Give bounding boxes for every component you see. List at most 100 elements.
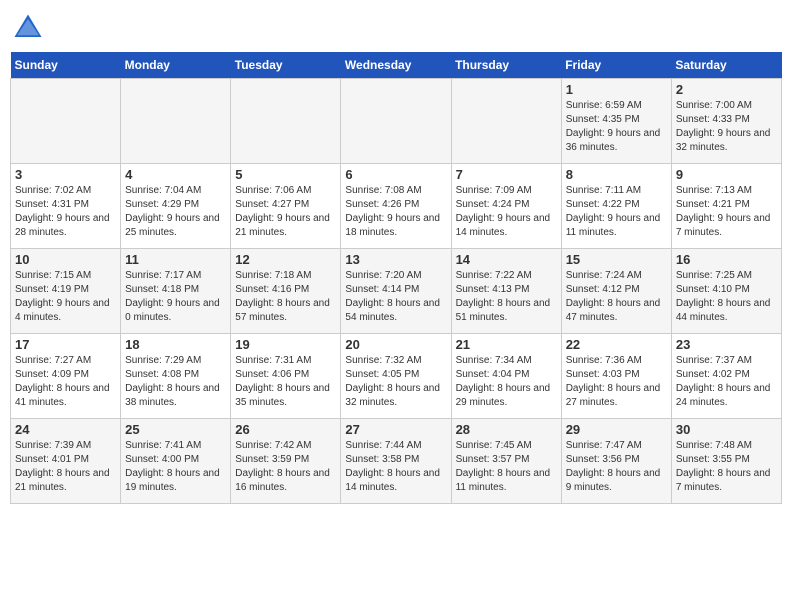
day-number: 2 (676, 82, 777, 97)
day-info: Sunrise: 7:41 AM Sunset: 4:00 PM Dayligh… (125, 439, 226, 495)
page-header (10, 10, 782, 46)
calendar-cell (341, 79, 451, 164)
day-info: Sunrise: 7:48 AM Sunset: 3:55 PM Dayligh… (676, 439, 777, 495)
day-number: 6 (345, 167, 446, 182)
calendar-cell (11, 79, 121, 164)
calendar-cell: 8 Sunrise: 7:11 AM Sunset: 4:22 PM Daylig… (561, 164, 671, 249)
day-info: Sunrise: 7:06 AM Sunset: 4:27 PM Dayligh… (235, 184, 336, 240)
day-info: Sunrise: 7:00 AM Sunset: 4:33 PM Dayligh… (676, 99, 777, 155)
day-info: Sunrise: 7:31 AM Sunset: 4:06 PM Dayligh… (235, 354, 336, 410)
day-number: 7 (456, 167, 557, 182)
calendar-cell (121, 79, 231, 164)
calendar-cell (231, 79, 341, 164)
calendar-cell: 22Sunrise: 7:36 AM Sunset: 4:03 PM Dayli… (561, 334, 671, 419)
day-info: Sunrise: 7:27 AM Sunset: 4:09 PM Dayligh… (15, 354, 116, 410)
day-number: 26 (235, 422, 336, 437)
day-info: Sunrise: 7:15 AM Sunset: 4:19 PM Dayligh… (15, 269, 116, 325)
day-number: 20 (345, 337, 446, 352)
calendar-cell: 29Sunrise: 7:47 AM Sunset: 3:56 PM Dayli… (561, 419, 671, 504)
day-info: Sunrise: 6:59 AM Sunset: 4:35 PM Dayligh… (566, 99, 667, 155)
day-number: 5 (235, 167, 336, 182)
calendar-cell: 18 Sunrise: 7:29 AM Sunset: 4:08 PM Dayli… (121, 334, 231, 419)
day-number: 30 (676, 422, 777, 437)
day-number: 17 (15, 337, 116, 352)
calendar-cell: 24 Sunrise: 7:39 AM Sunset: 4:01 PM Dayli… (11, 419, 121, 504)
day-number: 10 (15, 252, 116, 267)
calendar-cell: 14 Sunrise: 7:22 AM Sunset: 4:13 PM Dayli… (451, 249, 561, 334)
calendar-cell: 28 Sunrise: 7:45 AM Sunset: 3:57 PM Dayli… (451, 419, 561, 504)
calendar-cell: 25 Sunrise: 7:41 AM Sunset: 4:00 PM Dayli… (121, 419, 231, 504)
calendar-cell (451, 79, 561, 164)
day-info: Sunrise: 7:02 AM Sunset: 4:31 PM Dayligh… (15, 184, 116, 240)
day-number: 14 (456, 252, 557, 267)
weekday-header-wednesday: Wednesday (341, 52, 451, 79)
calendar-cell: 15 Sunrise: 7:24 AM Sunset: 4:12 PM Dayli… (561, 249, 671, 334)
logo-icon (10, 10, 46, 46)
calendar-cell: 13 Sunrise: 7:20 AM Sunset: 4:14 PM Dayli… (341, 249, 451, 334)
day-number: 13 (345, 252, 446, 267)
calendar-cell: 12 Sunrise: 7:18 AM Sunset: 4:16 PM Dayli… (231, 249, 341, 334)
calendar-cell: 21 Sunrise: 7:34 AM Sunset: 4:04 PM Dayli… (451, 334, 561, 419)
day-number: 15 (566, 252, 667, 267)
day-number: 12 (235, 252, 336, 267)
calendar-cell: 19 Sunrise: 7:31 AM Sunset: 4:06 PM Dayli… (231, 334, 341, 419)
calendar-cell: 11 Sunrise: 7:17 AM Sunset: 4:18 PM Dayli… (121, 249, 231, 334)
weekday-header-monday: Monday (121, 52, 231, 79)
day-number: 24 (15, 422, 116, 437)
day-number: 21 (456, 337, 557, 352)
day-number: 29 (566, 422, 667, 437)
day-number: 8 (566, 167, 667, 182)
day-number: 22 (566, 337, 667, 352)
calendar-cell: 23 Sunrise: 7:37 AM Sunset: 4:02 PM Dayli… (671, 334, 781, 419)
calendar-cell: 3Sunrise: 7:02 AM Sunset: 4:31 PM Daylig… (11, 164, 121, 249)
day-info: Sunrise: 7:32 AM Sunset: 4:05 PM Dayligh… (345, 354, 446, 410)
day-number: 28 (456, 422, 557, 437)
calendar-cell: 7 Sunrise: 7:09 AM Sunset: 4:24 PM Daylig… (451, 164, 561, 249)
calendar-cell: 27 Sunrise: 7:44 AM Sunset: 3:58 PM Dayli… (341, 419, 451, 504)
weekday-header-friday: Friday (561, 52, 671, 79)
calendar-cell: 4 Sunrise: 7:04 AM Sunset: 4:29 PM Daylig… (121, 164, 231, 249)
calendar-cell: 1 Sunrise: 6:59 AM Sunset: 4:35 PM Daylig… (561, 79, 671, 164)
calendar-cell: 17 Sunrise: 7:27 AM Sunset: 4:09 PM Dayli… (11, 334, 121, 419)
day-number: 25 (125, 422, 226, 437)
day-number: 27 (345, 422, 446, 437)
day-info: Sunrise: 7:22 AM Sunset: 4:13 PM Dayligh… (456, 269, 557, 325)
day-info: Sunrise: 7:04 AM Sunset: 4:29 PM Dayligh… (125, 184, 226, 240)
day-info: Sunrise: 7:34 AM Sunset: 4:04 PM Dayligh… (456, 354, 557, 410)
day-info: Sunrise: 7:29 AM Sunset: 4:08 PM Dayligh… (125, 354, 226, 410)
day-info: Sunrise: 7:20 AM Sunset: 4:14 PM Dayligh… (345, 269, 446, 325)
day-info: Sunrise: 7:39 AM Sunset: 4:01 PM Dayligh… (15, 439, 116, 495)
calendar-cell: 16Sunrise: 7:25 AM Sunset: 4:10 PM Dayli… (671, 249, 781, 334)
logo (10, 10, 50, 46)
day-info: Sunrise: 7:11 AM Sunset: 4:22 PM Dayligh… (566, 184, 667, 240)
weekday-header-thursday: Thursday (451, 52, 561, 79)
day-number: 18 (125, 337, 226, 352)
day-number: 4 (125, 167, 226, 182)
calendar-cell: 26 Sunrise: 7:42 AM Sunset: 3:59 PM Dayli… (231, 419, 341, 504)
weekday-header-sunday: Sunday (11, 52, 121, 79)
weekday-header-saturday: Saturday (671, 52, 781, 79)
calendar-cell: 5 Sunrise: 7:06 AM Sunset: 4:27 PM Daylig… (231, 164, 341, 249)
day-number: 1 (566, 82, 667, 97)
day-number: 9 (676, 167, 777, 182)
day-info: Sunrise: 7:45 AM Sunset: 3:57 PM Dayligh… (456, 439, 557, 495)
day-info: Sunrise: 7:44 AM Sunset: 3:58 PM Dayligh… (345, 439, 446, 495)
day-number: 19 (235, 337, 336, 352)
calendar-table: SundayMondayTuesdayWednesdayThursdayFrid… (10, 52, 782, 504)
day-number: 23 (676, 337, 777, 352)
day-info: Sunrise: 7:13 AM Sunset: 4:21 PM Dayligh… (676, 184, 777, 240)
calendar-cell: 2 Sunrise: 7:00 AM Sunset: 4:33 PM Daylig… (671, 79, 781, 164)
day-info: Sunrise: 7:37 AM Sunset: 4:02 PM Dayligh… (676, 354, 777, 410)
day-info: Sunrise: 7:09 AM Sunset: 4:24 PM Dayligh… (456, 184, 557, 240)
day-info: Sunrise: 7:25 AM Sunset: 4:10 PM Dayligh… (676, 269, 777, 325)
calendar-cell: 20 Sunrise: 7:32 AM Sunset: 4:05 PM Dayli… (341, 334, 451, 419)
day-info: Sunrise: 7:08 AM Sunset: 4:26 PM Dayligh… (345, 184, 446, 240)
day-info: Sunrise: 7:42 AM Sunset: 3:59 PM Dayligh… (235, 439, 336, 495)
day-info: Sunrise: 7:17 AM Sunset: 4:18 PM Dayligh… (125, 269, 226, 325)
calendar-cell: 10 Sunrise: 7:15 AM Sunset: 4:19 PM Dayli… (11, 249, 121, 334)
day-info: Sunrise: 7:18 AM Sunset: 4:16 PM Dayligh… (235, 269, 336, 325)
day-info: Sunrise: 7:24 AM Sunset: 4:12 PM Dayligh… (566, 269, 667, 325)
day-number: 11 (125, 252, 226, 267)
calendar-cell: 6 Sunrise: 7:08 AM Sunset: 4:26 PM Daylig… (341, 164, 451, 249)
calendar-cell: 9 Sunrise: 7:13 AM Sunset: 4:21 PM Daylig… (671, 164, 781, 249)
